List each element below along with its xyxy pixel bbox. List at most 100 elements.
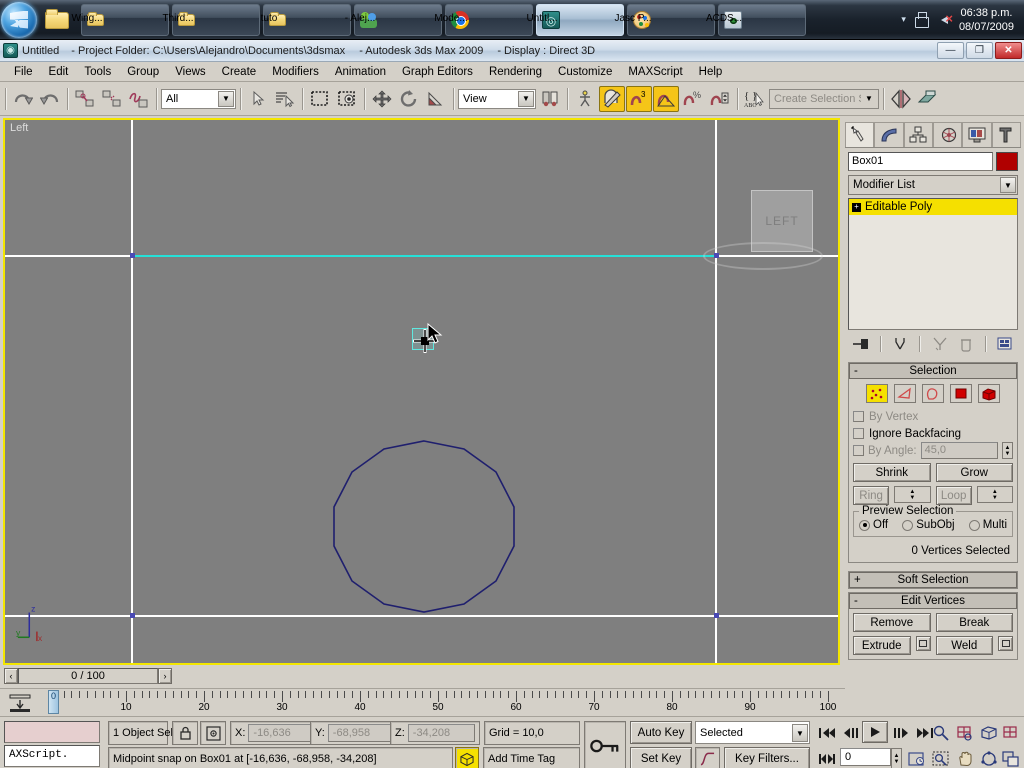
redo-icon[interactable]	[37, 86, 63, 112]
maxscript-entry-field[interactable]: AXScript.	[4, 745, 100, 767]
unlink-selection-icon[interactable]	[99, 86, 125, 112]
taskbar-button-0[interactable]: Wing...	[71, 3, 169, 36]
maximize-viewport-toggle-button[interactable]	[1000, 748, 1022, 768]
taskbar-button-2[interactable]: tuto	[261, 3, 351, 36]
taskbar-button-6[interactable]: Jasc P...	[614, 3, 715, 36]
select-and-manipulate-icon[interactable]	[572, 86, 598, 112]
taskbar-button-7[interactable]: ACDS...	[706, 3, 806, 36]
maxscript-listener-mini[interactable]	[4, 721, 100, 743]
set-key-button[interactable]: Set Key	[630, 747, 692, 768]
hierarchy-tab[interactable]	[903, 122, 933, 147]
named-selection-set-combo[interactable]: Create Selection Set ▼	[769, 88, 879, 109]
zoom-extents-all-button[interactable]	[1000, 722, 1022, 744]
grow-button[interactable]: Grow	[935, 463, 1013, 482]
zoom-button[interactable]	[930, 722, 952, 744]
loop-button[interactable]: Loop	[935, 486, 972, 505]
previous-frame-button[interactable]: ‹	[4, 668, 18, 684]
use-pivot-point-center-icon[interactable]	[537, 86, 563, 112]
restore-button[interactable]: ❐	[966, 42, 993, 59]
taskbar-button-4[interactable]: Mode...	[434, 3, 533, 36]
align-icon[interactable]	[915, 86, 941, 112]
start-button[interactable]	[1, 1, 37, 38]
show-end-result-icon[interactable]	[890, 334, 910, 354]
close-button[interactable]: ✕	[995, 42, 1022, 59]
circle-spline-shape[interactable]	[5, 120, 838, 663]
preview-subobj-option[interactable]: SubObj	[902, 519, 955, 531]
menu-item-group[interactable]: Group	[119, 64, 167, 80]
edge-level-button[interactable]	[894, 384, 916, 403]
by-angle-checkbox[interactable]	[853, 445, 864, 456]
soft-selection-rollout-header[interactable]: + Soft Selection	[849, 572, 1017, 588]
minimize-button[interactable]: —	[937, 42, 964, 59]
select-and-uniform-scale-icon[interactable]	[423, 86, 449, 112]
motion-tab[interactable]	[932, 122, 963, 147]
preview-subobj-radio[interactable]	[902, 519, 914, 531]
select-and-link-icon[interactable]	[72, 86, 98, 112]
by-angle-field[interactable]: 45,0	[920, 442, 998, 459]
key-mode-toggle-button[interactable]	[816, 748, 838, 768]
undo-icon[interactable]	[10, 86, 36, 112]
edit-vertices-rollout-header[interactable]: - Edit Vertices	[849, 593, 1017, 609]
current-frame-display[interactable]: 0 / 100	[18, 668, 158, 684]
preview-off-radio[interactable]	[859, 519, 870, 531]
quicklaunch-folder-icon[interactable]	[43, 6, 71, 34]
stack-item-editable-poly[interactable]: + Editable Poly	[849, 199, 1017, 215]
weld-button[interactable]: Weld	[935, 636, 993, 655]
select-by-name-icon[interactable]	[272, 86, 298, 112]
vertex-level-button[interactable]	[866, 384, 888, 403]
percent-snap-toggle-icon[interactable]: %	[680, 86, 706, 112]
ring-button[interactable]: Ring	[853, 486, 890, 505]
object-color-swatch[interactable]	[996, 152, 1018, 171]
zoom-all-button[interactable]	[954, 722, 976, 744]
menu-item-file[interactable]: File	[6, 64, 41, 80]
select-and-rotate-icon[interactable]	[396, 86, 422, 112]
time-configuration-button[interactable]	[906, 748, 928, 768]
snaps-toggle-icon[interactable]	[599, 85, 625, 112]
chevron-down-icon[interactable]: ▼	[518, 90, 534, 107]
modifier-stack[interactable]: + Editable Poly	[848, 198, 1018, 330]
arc-rotate-button[interactable]	[978, 748, 1000, 768]
menu-item-maxscript[interactable]: MAXScript	[620, 64, 690, 80]
weld-settings-button[interactable]	[998, 636, 1013, 651]
x-coordinate-field[interactable]: -16,636	[248, 724, 315, 742]
y-coordinate-field[interactable]: -68,958	[327, 724, 395, 742]
remove-modifier-icon[interactable]	[956, 334, 976, 354]
menu-item-tools[interactable]: Tools	[76, 64, 119, 80]
utilities-tab[interactable]	[991, 122, 1021, 147]
loop-spinner[interactable]: ▲ ▼	[976, 486, 1013, 503]
time-slider-thumb[interactable]: 0	[48, 690, 59, 714]
menu-item-animation[interactable]: Animation	[327, 64, 394, 80]
selection-filter-combo[interactable]: All ▼	[161, 88, 236, 109]
current-frame-spinner[interactable]: ▲ ▼	[891, 748, 902, 768]
expand-icon[interactable]: +	[852, 202, 861, 212]
shrink-button[interactable]: Shrink	[853, 463, 931, 482]
region-zoom-button[interactable]	[930, 748, 952, 768]
mirror-icon[interactable]	[888, 86, 914, 112]
zoom-extents-button[interactable]	[978, 722, 1000, 744]
break-button[interactable]: Break	[935, 613, 1013, 632]
make-unique-icon[interactable]	[930, 334, 950, 354]
window-crossing-icon[interactable]	[334, 86, 360, 112]
select-and-move-icon[interactable]	[369, 86, 395, 112]
configure-modifier-sets-icon[interactable]	[995, 334, 1015, 354]
absolute-relative-transform-toggle[interactable]	[200, 721, 226, 745]
ignore-backfacing-row[interactable]: Ignore Backfacing	[853, 425, 1013, 442]
element-level-button[interactable]	[978, 384, 1000, 403]
collapse-icon[interactable]: -	[854, 595, 858, 607]
taskbar-button-5[interactable]: ◎ Untitl...	[526, 3, 624, 36]
auto-key-button[interactable]: Auto Key	[630, 721, 692, 744]
extrude-settings-button[interactable]	[915, 636, 931, 651]
network-icon[interactable]	[913, 11, 929, 28]
taskbar-button-3[interactable]: - Alej...	[345, 3, 442, 36]
object-name-field[interactable]: Box01	[848, 152, 993, 171]
by-vertex-row[interactable]: By Vertex	[853, 408, 1013, 425]
chevron-down-icon[interactable]: ▼	[861, 90, 877, 107]
taskbar-clock[interactable]: 06:38 p.m. 08/07/2009	[959, 6, 1014, 34]
key-filters-button[interactable]: Key Filters...	[724, 747, 810, 768]
play-animation-button[interactable]	[862, 721, 888, 743]
by-angle-spinner[interactable]: ▲ ▼	[1002, 442, 1013, 459]
rectangular-selection-region-icon[interactable]	[307, 86, 333, 112]
remove-button[interactable]: Remove	[853, 613, 931, 632]
preview-off-option[interactable]: Off	[859, 519, 888, 531]
track-bar[interactable]: 10 20 30 40 50 60 70 80 90 100 0	[0, 688, 845, 716]
